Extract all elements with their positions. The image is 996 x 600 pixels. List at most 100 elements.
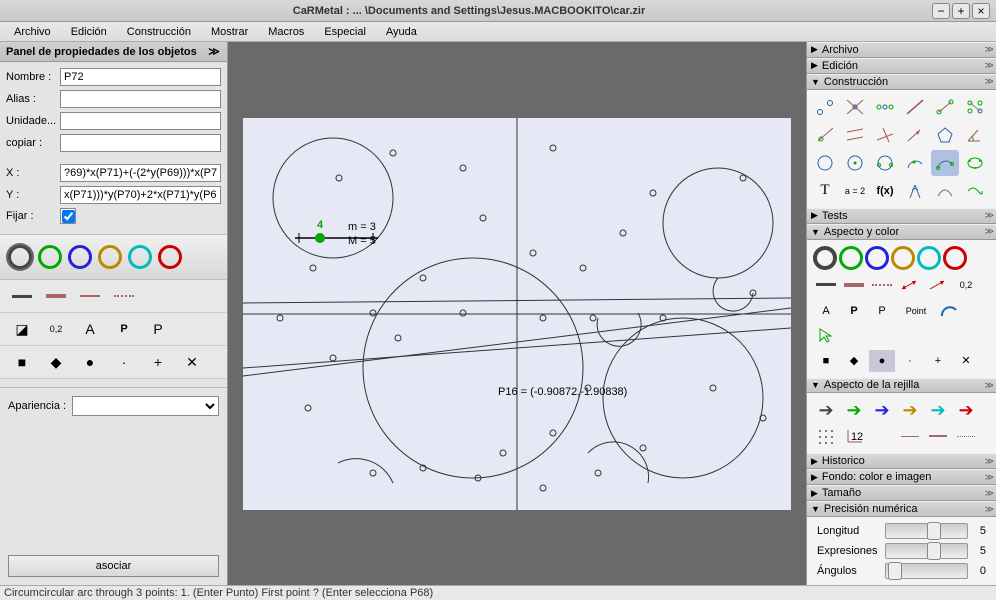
y-input[interactable] <box>60 186 221 204</box>
color-brown[interactable] <box>98 245 122 269</box>
rarrow-both[interactable] <box>897 274 923 296</box>
rtool-square[interactable]: ■ <box>813 350 839 372</box>
tool-midpoint[interactable] <box>871 94 899 120</box>
tool-circle-point[interactable] <box>841 150 869 176</box>
menu-construccion[interactable]: Construcción <box>117 24 201 40</box>
grid-type-axes[interactable]: 12 <box>841 425 867 447</box>
menu-ayuda[interactable]: Ayuda <box>376 24 427 40</box>
grid-arrow-cyan[interactable]: ➔ <box>925 399 951 421</box>
line-solid-tool[interactable] <box>8 284 36 308</box>
angulos-slider[interactable] <box>885 563 968 579</box>
rtool-circle-sel[interactable]: ● <box>869 350 895 372</box>
expresiones-slider[interactable] <box>885 543 968 559</box>
tool-point[interactable] <box>811 94 839 120</box>
rcolor-black[interactable] <box>813 246 837 270</box>
tool-text[interactable]: T <box>811 178 839 204</box>
tool-vector[interactable] <box>901 122 929 148</box>
plus-tool[interactable]: + <box>144 350 172 374</box>
rcolor-blue[interactable] <box>865 246 889 270</box>
copiar-input[interactable] <box>60 134 221 152</box>
dot-tool[interactable]: · <box>110 350 138 374</box>
tool-segment[interactable] <box>931 94 959 120</box>
grid-line-thin[interactable] <box>897 425 923 447</box>
menu-mostrar[interactable]: Mostrar <box>201 24 258 40</box>
cross-tool[interactable]: ✕ <box>178 350 206 374</box>
fijar-checkbox[interactable] <box>62 210 75 223</box>
square-filled-tool[interactable]: ■ <box>8 350 36 374</box>
apariencia-select[interactable] <box>72 396 219 416</box>
color-black[interactable] <box>8 245 32 269</box>
tool-circle3[interactable] <box>871 150 899 176</box>
tool-ray[interactable] <box>811 122 839 148</box>
grid-arrow-blue[interactable]: ➔ <box>869 399 895 421</box>
name-input[interactable] <box>60 68 221 86</box>
panel-collapse-icon[interactable]: ≫ <box>207 45 221 59</box>
rp-precision[interactable]: ▼Precisión numérica≫ <box>807 501 996 517</box>
tool-conic[interactable] <box>961 150 989 176</box>
rtool-02[interactable]: 0,2 <box>953 274 979 296</box>
menu-especial[interactable]: Especial <box>314 24 376 40</box>
tool-perpendicular[interactable] <box>871 122 899 148</box>
rcolor-green[interactable] <box>839 246 863 270</box>
rp-aspecto[interactable]: ▼Aspecto y color≫ <box>807 224 996 240</box>
grid-none[interactable] <box>869 425 895 447</box>
unidad-input[interactable] <box>60 112 221 130</box>
tool-expression[interactable]: a = 2 <box>841 178 869 204</box>
rp-fondo[interactable]: ▶Fondo: color e imagen≫ <box>807 469 996 485</box>
close-button[interactable]: × <box>972 3 990 19</box>
menu-archivo[interactable]: Archivo <box>4 24 61 40</box>
tool-angle[interactable] <box>961 122 989 148</box>
grid-arrow-green[interactable]: ➔ <box>841 399 867 421</box>
rline-dots[interactable] <box>869 274 895 296</box>
tool-intersect[interactable] <box>841 94 869 120</box>
pnormal-tool[interactable]: P <box>144 317 172 341</box>
eraser-tool[interactable]: ◪ <box>8 317 36 341</box>
grid-line-dot[interactable] <box>953 425 979 447</box>
tool-arc[interactable] <box>901 150 929 176</box>
rp-historico[interactable]: ▶Historico≫ <box>807 453 996 469</box>
rcolor-red[interactable] <box>943 246 967 270</box>
grid-type-dots[interactable] <box>813 425 839 447</box>
label-tool[interactable]: A <box>76 317 104 341</box>
menu-edicion[interactable]: Edición <box>61 24 117 40</box>
asociar-button[interactable]: asociar <box>8 555 219 577</box>
trace-tool[interactable]: 0,2 <box>42 317 70 341</box>
maximize-button[interactable]: + <box>952 3 970 19</box>
diamond-tool[interactable]: ◆ <box>42 350 70 374</box>
tool-trace[interactable] <box>931 178 959 204</box>
line-thick-tool[interactable] <box>42 284 70 308</box>
tool-circle[interactable] <box>811 150 839 176</box>
rp-rejilla[interactable]: ▼Aspecto de la rejilla≫ <box>807 378 996 394</box>
circle-filled-tool[interactable]: ● <box>76 350 104 374</box>
rtool-plus[interactable]: + <box>925 350 951 372</box>
rtool-cursor[interactable] <box>813 324 839 346</box>
rtool-P[interactable]: P <box>869 300 895 322</box>
line-thin-tool[interactable] <box>76 284 104 308</box>
rtool-dot[interactable]: · <box>897 350 923 372</box>
rline-thick[interactable] <box>841 274 867 296</box>
rp-archivo[interactable]: ▶Archivo≫ <box>807 42 996 58</box>
color-red[interactable] <box>158 245 182 269</box>
rtool-diamond[interactable]: ◆ <box>841 350 867 372</box>
minimize-button[interactable]: − <box>932 3 950 19</box>
x-input[interactable] <box>60 164 221 182</box>
rcolor-cyan[interactable] <box>917 246 941 270</box>
rtool-point-label[interactable]: Point <box>897 300 935 322</box>
tool-compass[interactable] <box>901 178 929 204</box>
tool-arc3[interactable] <box>931 150 959 176</box>
tool-links[interactable] <box>961 94 989 120</box>
tool-polygon[interactable] <box>931 122 959 148</box>
longitud-slider[interactable] <box>885 523 968 539</box>
grid-line-med[interactable] <box>925 425 951 447</box>
rarrow-one[interactable] <box>925 274 951 296</box>
rp-tamano[interactable]: ▶Tamaño≫ <box>807 485 996 501</box>
rtool-Pbold[interactable]: P <box>841 300 867 322</box>
grid-arrow-brown[interactable]: ➔ <box>897 399 923 421</box>
alias-input[interactable] <box>60 90 221 108</box>
tool-line[interactable] <box>901 94 929 120</box>
line-dotted-tool[interactable] <box>110 284 138 308</box>
rline-solid[interactable] <box>813 274 839 296</box>
rtool-arc-icon[interactable] <box>937 300 963 322</box>
rp-edicion[interactable]: ▶Edición≫ <box>807 58 996 74</box>
rtool-A[interactable]: A <box>813 300 839 322</box>
